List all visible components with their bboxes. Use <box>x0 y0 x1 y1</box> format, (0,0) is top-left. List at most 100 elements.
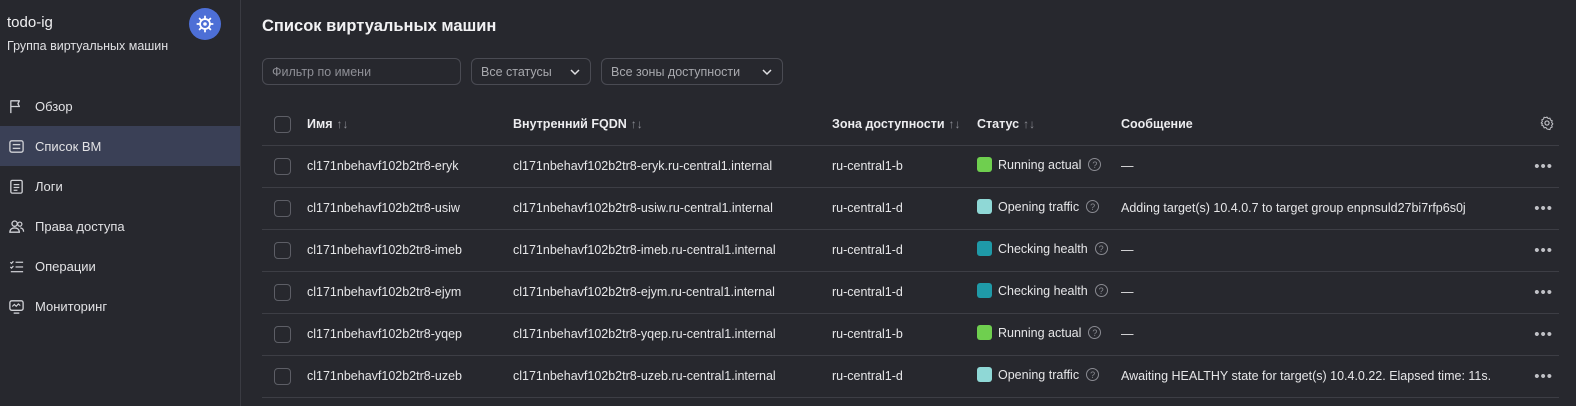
more-actions-icon[interactable]: ••• <box>1534 368 1553 385</box>
instance-group-icon[interactable] <box>189 8 221 40</box>
sidebar-header: todo-ig Группа виртуальных машин <box>0 0 240 86</box>
sort-icon[interactable]: ↑↓ <box>337 117 349 131</box>
column-settings-cell <box>1517 104 1559 146</box>
vm-message: — <box>1121 271 1517 314</box>
more-actions-icon[interactable]: ••• <box>1534 284 1553 301</box>
list-icon <box>7 137 25 155</box>
row-checkbox[interactable] <box>274 199 291 217</box>
vm-zone: ru-central1-d <box>832 355 977 398</box>
main-content: Список виртуальных машин Все статусы Все… <box>241 0 1576 406</box>
sidebar-item-label: Мониторинг <box>35 298 108 314</box>
sidebar-item-overview[interactable]: Обзор <box>0 86 240 126</box>
vm-fqdn: cl171nbehavf102b2tr8-ejym.ru-central1.in… <box>513 271 832 314</box>
resource-subtitle: Группа виртуальных машин <box>7 39 169 53</box>
sidebar-item-label: Операции <box>35 258 96 274</box>
status-filter-select[interactable]: Все статусы <box>471 58 591 85</box>
sort-icon[interactable]: ↑↓ <box>631 117 643 131</box>
status-indicator <box>977 283 992 298</box>
gear-icon[interactable] <box>1539 115 1555 134</box>
table-row[interactable]: cl171nbehavf102b2tr8-usiw cl171nbehavf102… <box>262 187 1559 230</box>
table-row[interactable]: cl171nbehavf102b2tr8-yqep cl171nbehavf102… <box>262 313 1559 356</box>
sort-icon[interactable]: ↑↓ <box>949 117 961 131</box>
sidebar-item-logs[interactable]: Логи <box>0 166 240 206</box>
name-filter-input[interactable] <box>262 58 461 85</box>
vm-zone: ru-central1-b <box>832 313 977 356</box>
vm-status: Running actual <box>998 157 1082 172</box>
help-icon[interactable]: ? <box>1086 200 1100 213</box>
vm-status-cell: Checking health? <box>977 271 1121 314</box>
vm-status: Running actual <box>998 325 1082 340</box>
row-checkbox-cell <box>262 229 307 272</box>
row-actions-cell: ••• <box>1517 313 1559 356</box>
sidebar-item-access[interactable]: Права доступа <box>0 206 240 246</box>
vm-status-cell: Running actual? <box>977 145 1121 188</box>
column-header-zone[interactable]: Зона доступности ↑↓ <box>832 104 977 146</box>
more-actions-icon[interactable]: ••• <box>1534 242 1553 259</box>
row-checkbox[interactable] <box>274 367 291 385</box>
vm-fqdn: cl171nbehavf102b2tr8-yqep.ru-central1.in… <box>513 313 832 356</box>
sidebar-item-label: Обзор <box>35 98 73 114</box>
monitoring-icon <box>7 297 25 315</box>
row-checkbox[interactable] <box>274 283 291 301</box>
vm-zone: ru-central1-d <box>832 271 977 314</box>
sidebar-item-label: Права доступа <box>35 218 125 234</box>
vm-name[interactable]: cl171nbehavf102b2tr8-imeb <box>307 229 513 272</box>
more-actions-icon[interactable]: ••• <box>1534 158 1553 175</box>
sidebar-item-operations[interactable]: Операции <box>0 246 240 286</box>
help-icon[interactable]: ? <box>1088 326 1102 339</box>
vm-fqdn: cl171nbehavf102b2tr8-eryk.ru-central1.in… <box>513 145 832 188</box>
table-row[interactable]: cl171nbehavf102b2tr8-imeb cl171nbehavf102… <box>262 229 1559 272</box>
vm-fqdn: cl171nbehavf102b2tr8-usiw.ru-central1.in… <box>513 187 832 230</box>
row-actions-cell: ••• <box>1517 187 1559 230</box>
vm-status: Opening traffic <box>998 367 1080 382</box>
vm-zone: ru-central1-b <box>832 145 977 188</box>
table-row[interactable]: cl171nbehavf102b2tr8-uzeb cl171nbehavf102… <box>262 355 1559 398</box>
help-icon[interactable]: ? <box>1094 284 1108 297</box>
chevron-down-icon <box>762 68 772 75</box>
row-checkbox[interactable] <box>274 325 291 343</box>
page-title: Список виртуальных машин <box>262 17 497 35</box>
status-indicator <box>977 241 992 256</box>
vm-name[interactable]: cl171nbehavf102b2tr8-ejym <box>307 271 513 314</box>
zone-filter-select[interactable]: Все зоны доступности <box>601 58 783 85</box>
status-indicator <box>977 367 992 382</box>
vm-status-cell: Opening traffic? <box>977 355 1121 398</box>
column-header-label: Статус <box>977 117 1020 132</box>
help-icon[interactable]: ? <box>1086 368 1100 381</box>
vm-zone: ru-central1-d <box>832 229 977 272</box>
vm-status-cell: Running actual? <box>977 313 1121 356</box>
sidebar-item-label: Список ВМ <box>35 138 102 154</box>
help-icon[interactable]: ? <box>1094 242 1108 255</box>
sort-icon[interactable]: ↑↓ <box>1023 117 1035 131</box>
row-actions-cell: ••• <box>1517 355 1559 398</box>
column-header-label: Зона доступности <box>832 117 945 132</box>
select-all-checkbox[interactable] <box>274 115 291 133</box>
status-indicator <box>977 199 992 214</box>
row-checkbox[interactable] <box>274 157 291 175</box>
table-row[interactable]: cl171nbehavf102b2tr8-ejym cl171nbehavf102… <box>262 271 1559 314</box>
column-header-fqdn[interactable]: Внутренний FQDN ↑↓ <box>513 104 832 146</box>
vm-status: Checking health <box>998 283 1088 298</box>
column-header-label: Внутренний FQDN <box>513 117 627 132</box>
sidebar-item-label: Логи <box>35 178 63 194</box>
table-row[interactable]: cl171nbehavf102b2tr8-eryk cl171nbehavf102… <box>262 145 1559 188</box>
column-header-status[interactable]: Статус ↑↓ <box>977 104 1121 146</box>
vm-name[interactable]: cl171nbehavf102b2tr8-usiw <box>307 187 513 230</box>
vm-status-cell: Checking health? <box>977 229 1121 272</box>
status-indicator <box>977 325 992 340</box>
sidebar-item-vm-list[interactable]: Список ВМ <box>0 126 240 166</box>
sidebar-item-monitoring[interactable]: Мониторинг <box>0 286 240 326</box>
column-header-name[interactable]: Имя ↑↓ <box>307 104 513 146</box>
vm-name[interactable]: cl171nbehavf102b2tr8-yqep <box>307 313 513 356</box>
row-checkbox[interactable] <box>274 241 291 259</box>
vm-status: Checking health <box>998 241 1088 256</box>
header-checkbox-cell <box>262 104 307 146</box>
vm-name[interactable]: cl171nbehavf102b2tr8-eryk <box>307 145 513 188</box>
row-actions-cell: ••• <box>1517 145 1559 188</box>
help-icon[interactable]: ? <box>1088 158 1102 171</box>
users-icon <box>7 217 25 235</box>
more-actions-icon[interactable]: ••• <box>1534 200 1553 217</box>
zone-filter-value: Все зоны доступности <box>611 64 741 79</box>
vm-name[interactable]: cl171nbehavf102b2tr8-uzeb <box>307 355 513 398</box>
more-actions-icon[interactable]: ••• <box>1534 326 1553 343</box>
